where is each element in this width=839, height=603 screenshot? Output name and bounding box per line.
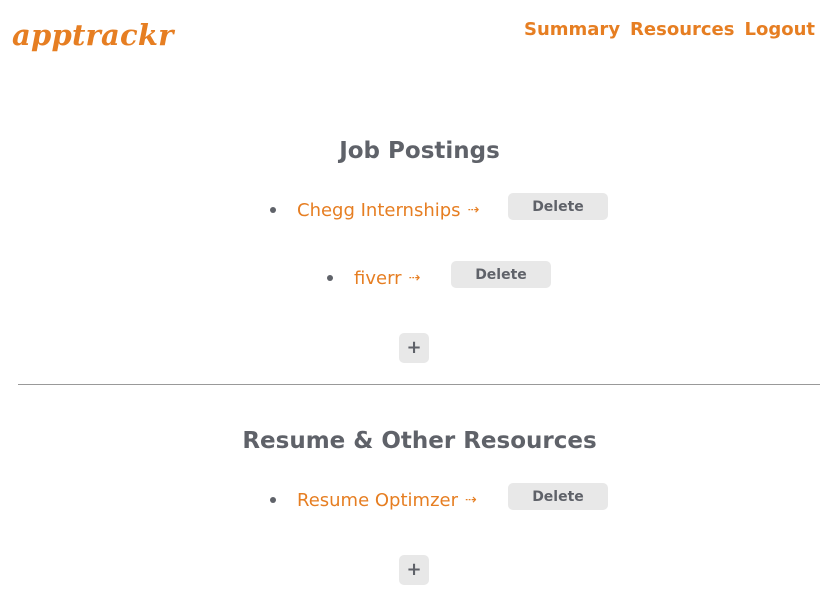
top-nav: Summary Resources Logout — [524, 19, 815, 40]
resource-item: Resume Optimzer ⇢ — [270, 486, 477, 514]
add-job-posting-button[interactable]: + — [399, 333, 429, 363]
add-resource-button[interactable]: + — [399, 555, 429, 585]
bullet-icon — [327, 275, 333, 281]
dashed-arrow-icon: ⇢ — [408, 270, 421, 286]
app-logo[interactable]: apptrackr — [12, 18, 174, 52]
dashed-arrow-icon: ⇢ — [465, 492, 477, 508]
bullet-icon — [270, 207, 276, 213]
section-divider — [18, 384, 820, 385]
job-posting-item: Chegg Internships ⇢ — [270, 196, 479, 224]
job-posting-link[interactable]: Chegg Internships — [297, 200, 461, 221]
nav-summary-link[interactable]: Summary — [524, 19, 620, 40]
delete-button[interactable]: Delete — [451, 261, 551, 288]
delete-button[interactable]: Delete — [508, 193, 608, 220]
resource-link[interactable]: Resume Optimzer — [297, 490, 458, 511]
nav-resources-link[interactable]: Resources — [630, 19, 734, 40]
delete-button[interactable]: Delete — [508, 483, 608, 510]
job-posting-item: fiverr ⇢ — [327, 264, 420, 292]
job-postings-title: Job Postings — [339, 138, 500, 164]
page: apptrackr Summary Resources Logout Job P… — [0, 0, 839, 603]
job-posting-link[interactable]: fiverr — [354, 268, 402, 289]
resources-title: Resume & Other Resources — [242, 428, 597, 454]
dashed-arrow-icon: ⇢ — [467, 202, 480, 218]
bullet-icon — [270, 497, 276, 503]
nav-logout-link[interactable]: Logout — [744, 19, 815, 40]
